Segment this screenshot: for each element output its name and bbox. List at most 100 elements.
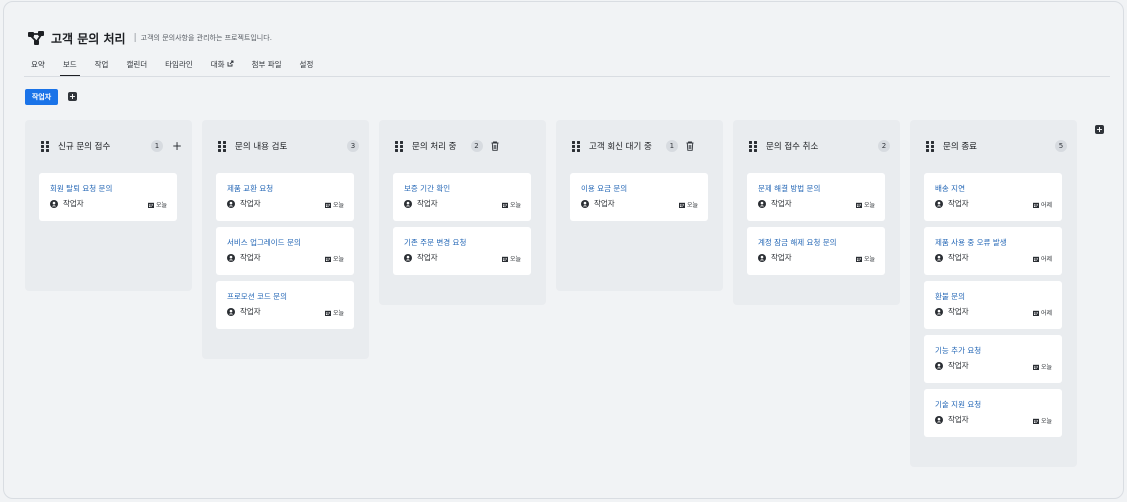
card-due-date: 오늘 xyxy=(147,200,167,209)
add-filter-icon[interactable]: + xyxy=(68,92,77,101)
assignee-name: 작업자 xyxy=(417,253,438,262)
card-title[interactable]: 문제 해결 방법 문의 xyxy=(758,183,820,194)
trash-icon[interactable] xyxy=(686,141,695,152)
column-title: 고객 회신 대기 중 xyxy=(589,142,652,152)
column-title: 문의 접수 취소 xyxy=(766,142,819,152)
card-title[interactable]: 제품 사용 중 오류 발생 xyxy=(935,237,1007,248)
add-column-icon[interactable]: + xyxy=(1095,125,1104,134)
trash-icon[interactable] xyxy=(491,141,500,152)
card-due-date: 오늘 xyxy=(1032,362,1052,371)
title-separator: | xyxy=(133,33,137,43)
card-assignee: 작업자 xyxy=(935,306,969,317)
tab-2[interactable]: 작업 xyxy=(95,59,109,73)
drag-handle-icon[interactable] xyxy=(572,141,580,152)
card-assignee: 작업자 xyxy=(404,252,438,263)
card-assignee: 작업자 xyxy=(935,360,969,371)
task-card[interactable]: 회원 탈퇴 요청 문의작업자 오늘 xyxy=(39,173,177,221)
calendar-icon xyxy=(855,202,862,208)
drag-handle-icon[interactable] xyxy=(218,141,226,152)
tab-5[interactable]: 대화 xyxy=(211,59,234,73)
column-header: 문의 내용 검토 3 xyxy=(218,139,359,153)
calendar-icon xyxy=(1032,202,1039,208)
column-header: 문의 종료 5 xyxy=(926,139,1067,153)
calendar-icon xyxy=(324,256,331,262)
card-due-date: 오늘 xyxy=(324,254,344,263)
calendar-icon xyxy=(855,256,862,262)
assignee-name: 작업자 xyxy=(63,199,84,208)
user-circle-icon xyxy=(935,253,943,262)
card-title[interactable]: 계정 잠금 해제 요청 문의 xyxy=(758,237,837,248)
calendar-icon xyxy=(324,310,331,316)
workflow-icon xyxy=(27,29,45,47)
due-date-label: 오늘 xyxy=(332,256,344,263)
drag-handle-icon[interactable] xyxy=(395,141,403,152)
drag-handle-icon[interactable] xyxy=(41,141,49,152)
card-title[interactable]: 배송 지연 xyxy=(935,183,965,194)
assignee-name: 작업자 xyxy=(948,253,969,262)
tab-7[interactable]: 설정 xyxy=(300,59,314,73)
task-card[interactable]: 배송 지연작업자 어제 xyxy=(924,173,1062,221)
card-assignee: 작업자 xyxy=(935,414,969,425)
tab-6[interactable]: 첨부 파일 xyxy=(252,59,282,73)
card-title[interactable]: 보증 기간 확인 xyxy=(404,183,450,194)
card-title[interactable]: 기능 추가 요청 xyxy=(935,345,981,356)
task-card[interactable]: 환불 문의 작업자 어제 xyxy=(924,281,1062,329)
card-assignee: 작업자 xyxy=(581,198,615,209)
task-card[interactable]: 문제 해결 방법 문의 작업자 오늘 xyxy=(747,173,885,221)
project-title: 고객 문의 처리 xyxy=(51,31,126,46)
tab-label: 캘린더 xyxy=(126,60,148,69)
due-date-label: 오늘 xyxy=(863,202,875,209)
tab-3[interactable]: 캘린더 xyxy=(126,59,147,73)
column-count-badge: 5 xyxy=(1055,140,1067,152)
task-card[interactable]: 보증 기간 확인 작업자 오늘 xyxy=(393,173,531,221)
tab-1[interactable]: 보드 xyxy=(59,59,80,77)
card-title[interactable]: 이용 요금 문의 xyxy=(581,183,627,194)
card-title[interactable]: 회원 탈퇴 요청 문의 xyxy=(50,183,112,194)
assignee-filter-button[interactable]: 작업자 xyxy=(25,89,58,105)
card-due-date: 오늘 xyxy=(324,200,344,209)
card-title[interactable]: 서비스 업그레이드 문의 xyxy=(227,237,301,248)
card-title[interactable]: 기술 지원 요청 xyxy=(935,399,981,410)
external-link-icon xyxy=(227,60,234,69)
card-assignee: 작업자 xyxy=(935,198,969,209)
task-card[interactable]: 제품 교환 요청 작업자 오늘 xyxy=(216,173,354,221)
tab-4[interactable]: 타임라인 xyxy=(165,59,193,73)
due-date-label: 어제 xyxy=(1040,256,1052,263)
task-card[interactable]: 기능 추가 요청작업자 오늘 xyxy=(924,335,1062,383)
user-circle-icon xyxy=(758,199,766,208)
card-title[interactable]: 환불 문의 xyxy=(935,291,965,302)
task-card[interactable]: 제품 사용 중 오류 발생작업자 어제 xyxy=(924,227,1062,275)
due-date-label: 오늘 xyxy=(332,310,344,317)
task-card[interactable]: 프로모션 코드 문의작업자 오늘 xyxy=(216,281,354,329)
card-due-date: 오늘 xyxy=(501,254,521,263)
calendar-icon xyxy=(1032,364,1039,370)
task-card[interactable]: 기존 주문 변경 요청작업자 오늘 xyxy=(393,227,531,275)
add-card-icon[interactable]: + xyxy=(172,140,182,152)
task-card[interactable]: 서비스 업그레이드 문의 작업자 오늘 xyxy=(216,227,354,275)
tab-label: 첨부 파일 xyxy=(251,60,282,69)
tab-0[interactable]: 요약 xyxy=(31,59,45,73)
card-title[interactable]: 기존 주문 변경 요청 xyxy=(404,237,466,248)
due-date-label: 어제 xyxy=(1040,202,1052,209)
user-circle-icon xyxy=(227,307,235,316)
task-card[interactable]: 기술 지원 요청 작업자 오늘 xyxy=(924,389,1062,437)
tab-label: 요약 xyxy=(31,60,45,69)
card-title[interactable]: 프로모션 코드 문의 xyxy=(227,291,287,302)
project-description: 고객의 문의사항을 관리하는 프로젝트입니다. xyxy=(140,34,272,42)
tab-label: 작업 xyxy=(94,60,109,69)
column-title: 문의 종료 xyxy=(943,142,977,152)
card-assignee: 작업자 xyxy=(227,306,261,317)
card-due-date: 오늘 xyxy=(855,200,875,209)
calendar-icon xyxy=(1032,310,1039,316)
tab-label: 설정 xyxy=(299,60,314,69)
task-card[interactable]: 계정 잠금 해제 요청 문의 작업자 오늘 xyxy=(747,227,885,275)
card-due-date: 어제 xyxy=(1032,200,1052,209)
task-card[interactable]: 이용 요금 문의 작업자 오늘 xyxy=(570,173,708,221)
drag-handle-icon[interactable] xyxy=(749,141,757,152)
calendar-icon xyxy=(1032,418,1039,424)
board-column: 문의 처리 중 2 보증 기간 확인 작업자 오늘 기존 주문 변경 요청 작업자 오늘 xyxy=(379,120,546,305)
column-count-badge: 1 xyxy=(150,140,163,152)
drag-handle-icon[interactable] xyxy=(926,141,934,152)
card-title[interactable]: 제품 교환 요청 xyxy=(227,183,273,194)
assignee-name: 작업자 xyxy=(948,415,969,424)
